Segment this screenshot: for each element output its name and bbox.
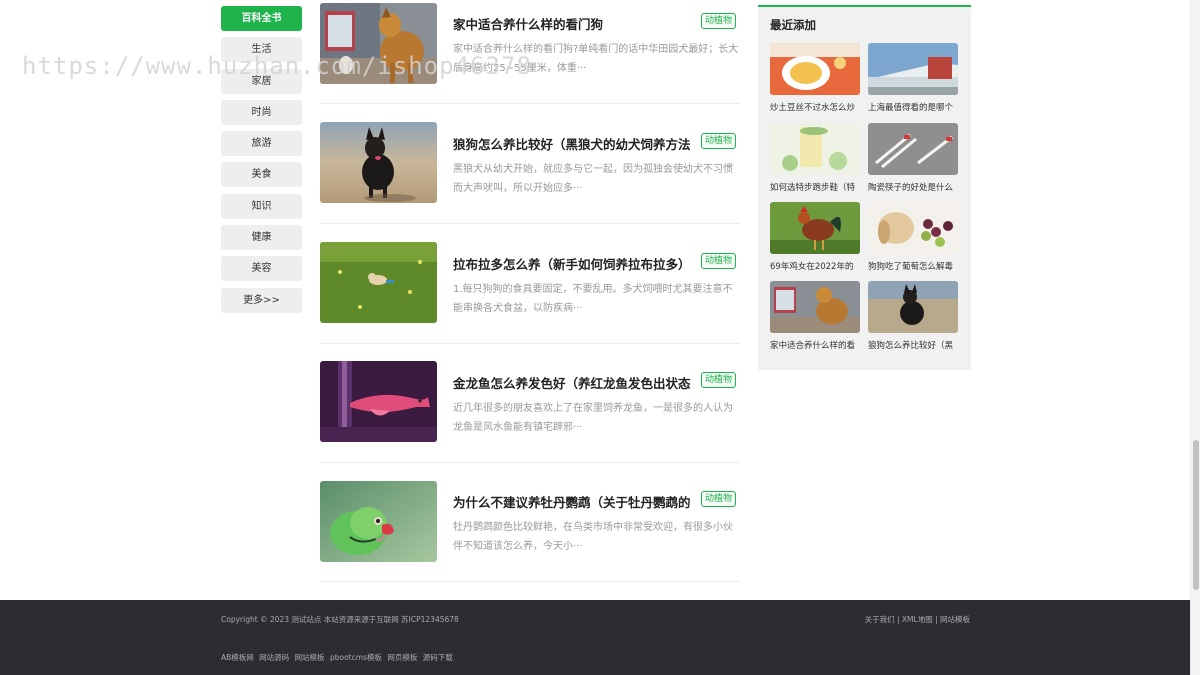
footer-link[interactable]: 网站源码 <box>259 653 289 662</box>
category-home[interactable]: 家居 <box>221 68 302 94</box>
recent-caption[interactable]: 陶瓷筷子的好处是什么 <box>868 181 958 193</box>
article-desc: 1.每只狗狗的食具要固定，不要乱用。多犬饲喂时尤其要注意不能串换各犬食盆，以防疾… <box>453 284 733 314</box>
category-travel[interactable]: 旅游 <box>221 131 302 157</box>
category-nav: 百科全书 生活 家居 时尚 旅游 美食 知识 健康 美容 更多>> <box>221 6 302 319</box>
drink-glass-image[interactable] <box>770 123 860 175</box>
category-food[interactable]: 美食 <box>221 162 302 188</box>
black-dog-image[interactable] <box>868 281 958 333</box>
article-title[interactable]: 金龙鱼怎么养发色好（养红龙鱼发色出状态 <box>453 373 693 392</box>
article-desc: 家中适合养什么样的看门狗?单纯看门的话中华田园犬最好；长大后身高约25~55厘米… <box>453 44 739 74</box>
footer: Copyright © 2023 测试站点 本站资源来源于互联网 苏ICP123… <box>0 600 1190 675</box>
recent-item[interactable]: 狗狗吃了葡萄怎么解毒 <box>868 202 958 272</box>
chopsticks-image[interactable] <box>868 123 958 175</box>
article-item[interactable]: 狼狗怎么养比较好（黑狼犬的幼犬饲养方法 动植物 黑狼犬从幼犬开始，就应多与它一起… <box>320 104 740 224</box>
category-life[interactable]: 生活 <box>221 37 302 63</box>
category-beauty[interactable]: 美容 <box>221 256 302 282</box>
category-more[interactable]: 更多>> <box>221 287 302 313</box>
recent-caption[interactable]: 69年鸡女在2022年的 <box>770 260 860 272</box>
rooster-image[interactable] <box>770 202 860 254</box>
parrot-image[interactable] <box>320 481 437 562</box>
recent-caption[interactable]: 家中适合养什么样的看 <box>770 339 860 351</box>
category-health[interactable]: 健康 <box>221 225 302 251</box>
article-item[interactable]: 拉布拉多怎么养（新手如何饲养拉布拉多） 动植物 1.每只狗狗的食具要固定，不要乱… <box>320 224 740 344</box>
article-item[interactable]: 为什么不建议养牡丹鹦鹉（关于牡丹鹦鹉的 动植物 牡丹鹦鹉颜色比较鲜艳，在鸟类市场… <box>320 462 740 582</box>
recent-item[interactable]: 上海最值得看的是哪个 <box>868 43 958 113</box>
recent-caption[interactable]: 如何选特步跑步鞋（特 <box>770 181 860 193</box>
category-encyclopedia[interactable]: 百科全书 <box>221 6 302 31</box>
article-title[interactable]: 为什么不建议养牡丹鹦鹉（关于牡丹鹦鹉的 <box>453 492 693 511</box>
footer-link[interactable]: pbootcms模板 <box>330 653 382 662</box>
footer-friend-links: AB模板网 网站源码 网站模板 pbootcms模板 网页模板 源码下载 <box>221 652 456 663</box>
article-desc: 近几年很多的朋友喜欢上了在家里饲养龙鱼，一是很多的人认为龙鱼是风水鱼能有镇宅辟邪… <box>453 403 733 433</box>
recent-caption[interactable]: 炒土豆丝不过水怎么炒 <box>770 101 860 113</box>
labrador-image[interactable] <box>320 242 437 323</box>
page: 百科全书 生活 家居 时尚 旅游 美食 知识 健康 美容 更多>> 家中适合养什… <box>0 0 1200 675</box>
category-fashion[interactable]: 时尚 <box>221 99 302 125</box>
article-title[interactable]: 拉布拉多怎么养（新手如何饲养拉布拉多） <box>453 254 693 273</box>
recent-item[interactable]: 陶瓷筷子的好处是什么 <box>868 123 958 193</box>
article-tag[interactable]: 动植物 <box>701 491 737 507</box>
guard-dog-image[interactable] <box>770 281 860 333</box>
scrollbar-thumb[interactable] <box>1193 440 1199 590</box>
arowana-fish-image[interactable] <box>320 361 437 442</box>
article-tag[interactable]: 动植物 <box>701 372 737 388</box>
footer-copyright: Copyright © 2023 测试站点 本站资源来源于互联网 苏ICP123… <box>221 615 459 624</box>
article-tag[interactable]: 动植物 <box>701 253 737 269</box>
building-image[interactable] <box>868 43 958 95</box>
footer-link[interactable]: AB模板网 <box>221 653 254 662</box>
footer-link[interactable]: 网站模板 <box>295 653 325 662</box>
article-desc: 牡丹鹦鹉颜色比较鲜艳，在鸟类市场中非常受欢迎，有很多小伙伴不知道该怎么养，今天小… <box>453 522 733 552</box>
footer-link[interactable]: 源码下载 <box>423 653 453 662</box>
article-item[interactable]: 家中适合养什么样的看门狗 动植物 家中适合养什么样的看门狗?单纯看门的话中华田园… <box>320 0 740 104</box>
noodle-plate-image[interactable] <box>770 43 860 95</box>
sidebar-title: 最近添加 <box>770 18 816 32</box>
category-knowledge[interactable]: 知识 <box>221 193 302 219</box>
footer-link[interactable]: 网页模板 <box>387 653 417 662</box>
recent-caption[interactable]: 狗狗吃了葡萄怎么解毒 <box>868 260 958 272</box>
recent-item[interactable]: 69年鸡女在2022年的 <box>770 202 860 272</box>
recent-item[interactable]: 炒土豆丝不过水怎么炒 <box>770 43 860 113</box>
black-dog-image[interactable] <box>320 122 437 203</box>
article-title[interactable]: 狼狗怎么养比较好（黑狼犬的幼犬饲养方法 <box>453 134 693 153</box>
recent-sidebar: 最近添加 炒土豆丝不过水怎么炒 上海最值得看的是哪个 如何选特步跑步鞋（特 陶瓷… <box>758 5 971 370</box>
article-tag[interactable]: 动植物 <box>701 133 737 149</box>
guard-dog-image[interactable] <box>320 3 437 84</box>
page-scrollbar[interactable] <box>1190 0 1200 675</box>
dog-grapes-image[interactable] <box>868 202 958 254</box>
recent-item[interactable]: 如何选特步跑步鞋（特 <box>770 123 860 193</box>
recent-item[interactable]: 家中适合养什么样的看 <box>770 281 860 351</box>
footer-right-links[interactable]: 关于我们 | XML地图 | 网站模板 <box>865 614 970 625</box>
recent-item[interactable]: 狼狗怎么养比较好（黑 <box>868 281 958 351</box>
recent-caption[interactable]: 上海最值得看的是哪个 <box>868 101 958 113</box>
article-item[interactable]: 金龙鱼怎么养发色好（养红龙鱼发色出状态 动植物 近几年很多的朋友喜欢上了在家里饲… <box>320 343 740 463</box>
recent-caption[interactable]: 狼狗怎么养比较好（黑 <box>868 339 958 351</box>
article-title[interactable]: 家中适合养什么样的看门狗 <box>453 14 693 33</box>
article-desc: 黑狼犬从幼犬开始，就应多与它一起，因为孤独会使幼犬不习惯而大声吠叫，所以开始应多… <box>453 164 733 194</box>
article-tag[interactable]: 动植物 <box>701 13 737 29</box>
